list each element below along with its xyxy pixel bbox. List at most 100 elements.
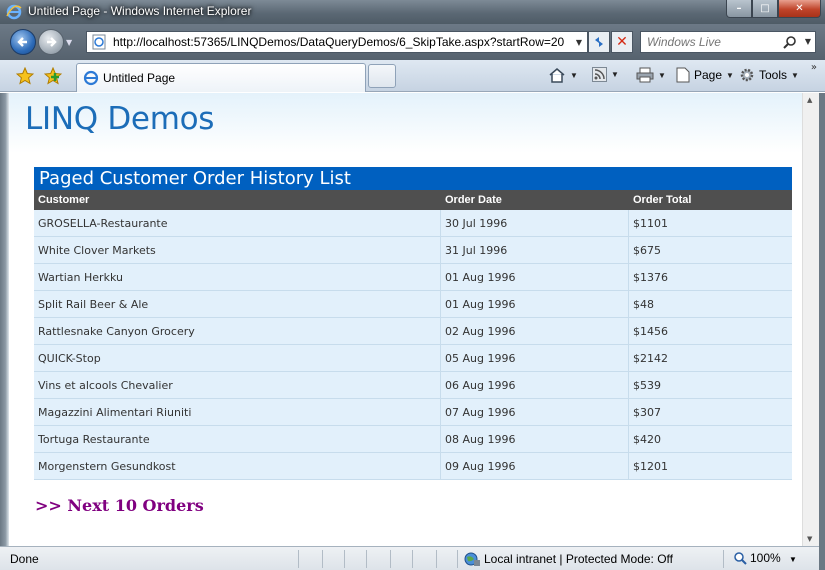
zoom-dropdown-icon[interactable]: ▼ bbox=[789, 555, 797, 564]
cell-order-total: $1456 bbox=[633, 324, 668, 338]
refresh-icon bbox=[595, 37, 603, 47]
zoom-level: 100% bbox=[750, 551, 781, 565]
home-dropdown-icon[interactable]: ▼ bbox=[570, 71, 578, 80]
minimize-button[interactable]: – bbox=[726, 0, 752, 18]
navigation-bar: ▼ http://localhost:57365/LINQDemos/DataQ… bbox=[0, 24, 825, 60]
rss-feed-icon bbox=[592, 67, 607, 82]
cell-order-date: 05 Aug 1996 bbox=[441, 345, 629, 371]
cell-order-date: 01 Aug 1996 bbox=[441, 264, 629, 290]
vertical-scrollbar[interactable]: ▲ ▼ bbox=[802, 93, 819, 546]
column-header-order-total: Order Total bbox=[633, 194, 692, 206]
grid-header-row: Customer Order Date Order Total bbox=[34, 190, 792, 210]
cell-order-total: $420 bbox=[633, 432, 661, 446]
history-dropdown-icon[interactable]: ▼ bbox=[66, 38, 72, 47]
table-row: GROSELLA-Restaurante 30 Jul 1996 $1101 bbox=[34, 210, 792, 237]
page-content: LINQ Demos Paged Customer Order History … bbox=[9, 93, 802, 546]
status-divider bbox=[344, 550, 345, 568]
table-row: Rattlesnake Canyon Grocery 02 Aug 1996 $14… bbox=[34, 318, 792, 345]
tab-page-icon bbox=[83, 70, 99, 86]
status-divider bbox=[390, 550, 391, 568]
status-divider bbox=[436, 550, 437, 568]
cell-customer: Split Rail Beer & Ale bbox=[34, 291, 441, 317]
cell-customer: Magazzini Alimentari Riuniti bbox=[34, 399, 441, 425]
site-title: LINQ Demos bbox=[25, 101, 215, 137]
status-divider bbox=[457, 550, 458, 568]
page-menu-icon bbox=[676, 67, 690, 83]
table-row: Morgenstern Gesundkost 09 Aug 1996 $1201 bbox=[34, 453, 792, 480]
status-divider bbox=[723, 550, 724, 568]
zoom-control[interactable]: 100% bbox=[733, 551, 781, 565]
refresh-button[interactable] bbox=[588, 31, 610, 53]
favorites-star-icon[interactable] bbox=[16, 67, 34, 85]
column-header-customer: Customer bbox=[38, 194, 90, 206]
search-box[interactable]: ▼ bbox=[640, 31, 816, 53]
tools-menu-button[interactable]: Tools ▼ bbox=[739, 67, 799, 83]
cell-order-total: $307 bbox=[633, 405, 661, 419]
table-row: White Clover Markets 31 Jul 1996 $675 bbox=[34, 237, 792, 264]
status-bar: Done Local intranet | Protected Mode: Of… bbox=[0, 546, 819, 570]
cell-customer: GROSELLA-Restaurante bbox=[34, 210, 441, 236]
cell-order-date: 07 Aug 1996 bbox=[441, 399, 629, 425]
scroll-up-arrow-icon[interactable]: ▲ bbox=[807, 96, 812, 104]
order-history-grid: Paged Customer Order History List Custom… bbox=[34, 167, 792, 480]
address-dropdown-icon[interactable]: ▼ bbox=[571, 38, 587, 47]
cell-order-total: $539 bbox=[633, 378, 661, 392]
close-window-button[interactable]: ✕ bbox=[778, 0, 821, 18]
window-frame-left bbox=[0, 93, 9, 546]
cell-customer: QUICK-Stop bbox=[34, 345, 441, 371]
cell-order-total: $2142 bbox=[633, 351, 668, 365]
grid-rows: GROSELLA-Restaurante 30 Jul 1996 $1101 Whit… bbox=[34, 210, 792, 480]
ie-logo-icon bbox=[6, 4, 22, 20]
add-favorite-icon[interactable] bbox=[44, 67, 62, 85]
tools-menu-label: Tools bbox=[759, 68, 788, 82]
search-input[interactable] bbox=[641, 32, 781, 52]
forward-arrow-icon bbox=[47, 37, 57, 47]
cell-order-total: $675 bbox=[633, 243, 661, 257]
more-commands-chevron-icon[interactable]: » bbox=[811, 62, 817, 73]
cell-order-date: 08 Aug 1996 bbox=[441, 426, 629, 452]
address-bar[interactable]: http://localhost:57365/LINQDemos/DataQue… bbox=[86, 31, 588, 53]
stop-button[interactable]: ✕ bbox=[611, 31, 633, 53]
table-row: Magazzini Alimentari Riuniti 07 Aug 1996 $… bbox=[34, 399, 792, 426]
feeds-button[interactable]: ▼ bbox=[592, 67, 619, 82]
cell-order-total: $48 bbox=[633, 297, 654, 311]
cell-order-total: $1101 bbox=[633, 216, 668, 230]
feeds-dropdown-icon[interactable]: ▼ bbox=[611, 70, 619, 79]
gear-icon bbox=[740, 68, 754, 82]
address-url[interactable]: http://localhost:57365/LINQDemos/DataQue… bbox=[113, 35, 571, 49]
status-divider bbox=[322, 550, 323, 568]
home-icon bbox=[549, 68, 565, 83]
search-icon[interactable] bbox=[783, 35, 797, 49]
cell-order-date: 02 Aug 1996 bbox=[441, 318, 629, 344]
grid-caption: Paged Customer Order History List bbox=[34, 167, 792, 190]
print-button[interactable]: ▼ bbox=[636, 67, 666, 83]
page-icon bbox=[92, 34, 106, 50]
cell-order-date: 31 Jul 1996 bbox=[441, 237, 629, 263]
cell-order-date: 01 Aug 1996 bbox=[441, 291, 629, 317]
cell-customer: Wartian Herkku bbox=[34, 264, 441, 290]
page-menu-dropdown-icon: ▼ bbox=[726, 70, 734, 80]
tab-untitled-page[interactable]: Untitled Page bbox=[76, 63, 366, 92]
page-menu-button[interactable]: Page ▼ bbox=[676, 67, 734, 83]
forward-button[interactable] bbox=[38, 29, 64, 55]
status-text: Done bbox=[10, 552, 39, 566]
cell-order-date: 30 Jul 1996 bbox=[441, 210, 629, 236]
cell-order-date: 09 Aug 1996 bbox=[441, 453, 629, 479]
page-menu-label: Page bbox=[694, 68, 723, 82]
print-dropdown-icon[interactable]: ▼ bbox=[658, 71, 666, 80]
scroll-down-arrow-icon[interactable]: ▼ bbox=[807, 535, 812, 543]
tab-label: Untitled Page bbox=[103, 71, 176, 85]
security-zone[interactable]: Local intranet | Protected Mode: Off bbox=[464, 551, 673, 567]
new-tab-button[interactable] bbox=[368, 64, 396, 88]
search-dropdown-icon[interactable]: ▼ bbox=[805, 37, 811, 46]
security-zone-label: Local intranet | Protected Mode: Off bbox=[484, 552, 673, 566]
home-button[interactable]: ▼ bbox=[548, 67, 578, 83]
cell-order-date: 06 Aug 1996 bbox=[441, 372, 629, 398]
table-row: Tortuga Restaurante 08 Aug 1996 $420 bbox=[34, 426, 792, 453]
next-page-link[interactable]: >> Next 10 Orders bbox=[35, 496, 204, 515]
back-button[interactable] bbox=[10, 29, 36, 55]
cell-order-total: $1201 bbox=[633, 459, 668, 473]
tools-menu-dropdown-icon: ▼ bbox=[791, 70, 799, 80]
maximize-button[interactable]: □ bbox=[752, 0, 778, 18]
stop-icon: ✕ bbox=[616, 34, 628, 50]
